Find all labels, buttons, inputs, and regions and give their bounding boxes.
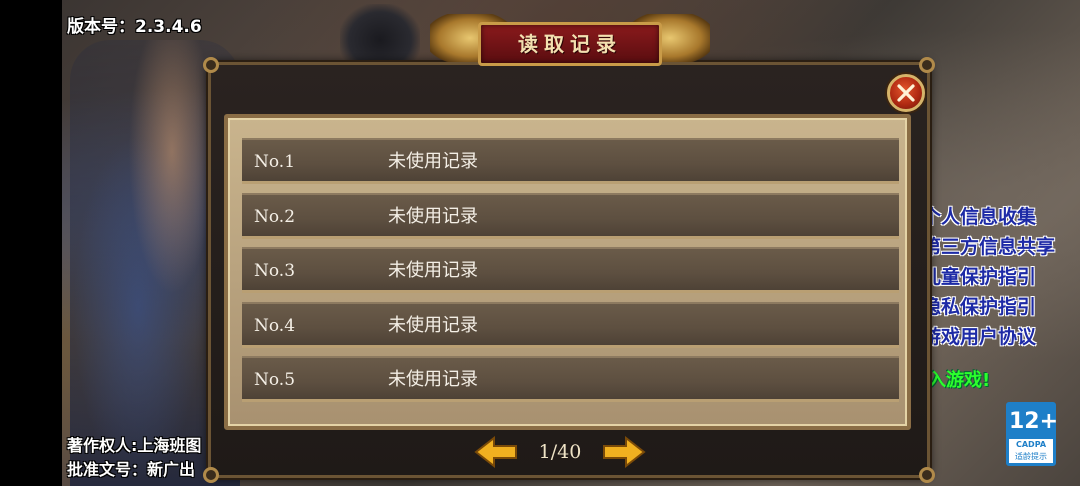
age-rating-badge[interactable]: 12+ CADPA 适龄提示 xyxy=(1006,402,1058,466)
slot-number: No.2 xyxy=(254,206,296,227)
save-slot[interactable]: No.2 未使用记录 xyxy=(242,192,899,239)
save-slot-list: No.1 未使用记录 No.2 未使用记录 No.3 未使用记录 No.4 未使… xyxy=(224,114,911,430)
title-banner: 读取记录 xyxy=(478,22,662,66)
dialog-corner-ornament xyxy=(203,57,219,73)
pagination: 1/40 xyxy=(470,432,650,472)
slot-number: No.1 xyxy=(254,152,296,172)
save-slot[interactable]: No.4 未使用记录 xyxy=(242,301,899,348)
slot-status: 未使用记录 xyxy=(388,314,478,336)
enter-game-text[interactable]: 入游戏! xyxy=(928,366,990,392)
slot-number: No.3 xyxy=(254,261,296,282)
age-rating: 12+ xyxy=(1009,405,1058,439)
arrow-right-icon[interactable] xyxy=(602,436,646,468)
slot-status: 未使用记录 xyxy=(388,151,478,172)
slot-number: No.4 xyxy=(254,315,296,336)
close-button[interactable] xyxy=(887,74,925,112)
copyright-label: 著作权人:上海班图 xyxy=(67,436,202,455)
slot-status: 未使用记录 xyxy=(388,205,478,227)
link-user-agreement[interactable]: 游戏用户协议 xyxy=(930,322,1080,352)
legal-links: 个人信息收集 第三方信息共享 儿童保护指引 隐私保护指引 游戏用户协议 xyxy=(930,202,1080,352)
save-slot[interactable]: No.1 未使用记录 xyxy=(242,138,899,184)
age-rating-org: CADPA xyxy=(1015,440,1047,449)
save-slot[interactable]: No.5 未使用记录 xyxy=(242,356,899,403)
dialog-title: 读取记录 xyxy=(518,32,622,56)
arrow-left-icon[interactable] xyxy=(474,436,518,468)
link-privacy-guide[interactable]: 隐私保护指引 xyxy=(930,292,1080,322)
link-child-protection[interactable]: 儿童保护指引 xyxy=(930,262,1080,292)
game-screen: 版本号：2.3.4.6 著作权人:上海班图 批准文号：新广出 个人信息收集 第三… xyxy=(0,0,1080,486)
hero-character-art-top xyxy=(340,4,420,64)
link-personal-info[interactable]: 个人信息收集 xyxy=(930,202,1080,232)
age-rating-tip: 适龄提示 xyxy=(1015,452,1047,461)
dialog-title-plate: 读取记录 xyxy=(420,4,720,66)
slot-status: 未使用记录 xyxy=(388,260,478,282)
version-label: 版本号：2.3.4.6 xyxy=(67,17,202,37)
dialog-corner-ornament xyxy=(203,467,219,483)
close-icon xyxy=(897,84,915,102)
dialog-corner-ornament xyxy=(919,467,935,483)
approval-number-label: 批准文号：新广出 xyxy=(67,460,196,479)
page-indicator: 1/40 xyxy=(538,441,582,463)
slot-number: No.5 xyxy=(254,370,296,391)
dialog-corner-ornament xyxy=(919,57,935,73)
link-third-party-sharing[interactable]: 第三方信息共享 xyxy=(930,232,1080,262)
save-slot[interactable]: No.3 未使用记录 xyxy=(242,247,899,294)
slot-status: 未使用记录 xyxy=(388,369,478,391)
